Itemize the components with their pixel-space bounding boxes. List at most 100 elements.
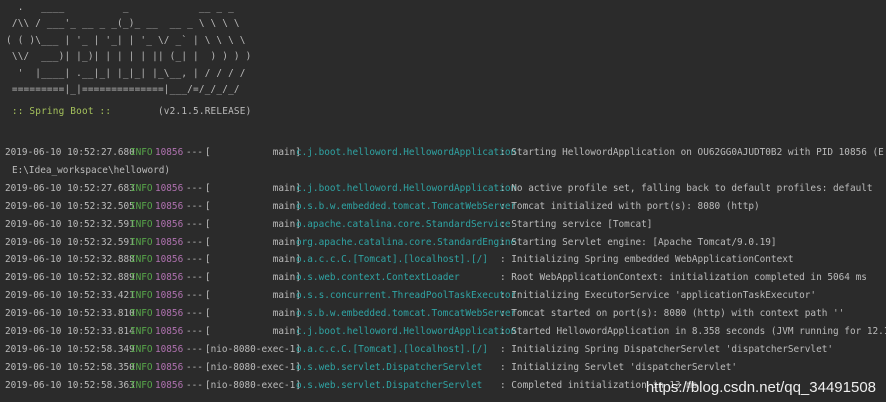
log-separator: --- <box>186 326 203 337</box>
log-timestamp: 2019-06-10 10:52:33.421 <box>5 290 135 302</box>
log-timestamp: 2019-06-10 10:52:58.350 <box>5 361 135 373</box>
console-output[interactable]: . ____ _ __ _ _ /\\ / ___'_ __ _ _(_)_ _… <box>0 0 886 402</box>
spring-boot-version: (v2.1.5.RELEASE) <box>117 106 252 118</box>
log-separator: --- <box>186 272 203 284</box>
log-thread: [ main] <box>205 218 301 230</box>
log-timestamp: 2019-06-10 10:52:32.888 <box>5 254 135 266</box>
log-separator: --- <box>186 236 203 248</box>
log-pid: 10856 <box>155 326 184 337</box>
banner-line: . ____ _ __ _ _ <box>6 2 234 13</box>
log-pid: 10856 <box>155 182 184 194</box>
log-thread: [ main] <box>205 147 301 158</box>
log-thread: [ main] <box>205 272 301 284</box>
log-thread: [nio-8080-exec-1] <box>205 343 301 355</box>
log-thread: [ main] <box>205 326 301 337</box>
log-timestamp: 2019-06-10 10:52:58.349 <box>5 343 135 355</box>
banner-line: \\/ ___)| |_)| | | | | || (_| | ) ) ) ) <box>6 51 252 63</box>
log-message: : Started HellowordApplication in 8.358 … <box>500 326 886 337</box>
spring-boot-label: :: Spring Boot :: <box>6 106 118 118</box>
banner-line: =========|_|==============|___/=/_/_/_/ <box>6 84 240 95</box>
log-pid: 10856 <box>155 272 184 284</box>
log-level: INFO <box>130 379 153 391</box>
log-level: INFO <box>130 343 153 355</box>
log-level: INFO <box>130 200 153 212</box>
spring-boot-version-line: :: Spring Boot :: (v2.1.5.RELEASE) <box>6 106 251 117</box>
log-logger: o.s.b.w.embedded.tomcat.TomcatWebServer <box>296 308 517 320</box>
log-timestamp: 2019-06-10 10:52:33.814 <box>5 326 135 337</box>
log-thread: [ main] <box>205 308 301 320</box>
log-level: INFO <box>130 147 153 158</box>
log-logger: o.apache.catalina.core.StandardService <box>296 218 511 230</box>
log-separator: --- <box>186 200 203 212</box>
log-thread: [ main] <box>205 236 301 248</box>
log-timestamp: 2019-06-10 10:52:27.680 <box>5 147 135 158</box>
log-timestamp: 2019-06-10 10:52:27.683 <box>5 182 135 194</box>
log-logger: o.s.web.context.ContextLoader <box>296 272 460 284</box>
log-level: INFO <box>130 308 153 320</box>
log-logger: c.j.boot.helloword.HellowordApplication <box>296 326 517 337</box>
log-pid: 10856 <box>155 361 184 373</box>
log-message: : Initializing Spring DispatcherServlet … <box>500 343 834 355</box>
log-level: INFO <box>130 218 153 230</box>
log-level: INFO <box>130 326 153 337</box>
log-message: : Starting service [Tomcat] <box>500 218 653 230</box>
log-timestamp: 2019-06-10 10:52:33.810 <box>5 308 135 320</box>
banner-line: /\\ / ___'_ __ _ _(_)_ __ __ _ \ \ \ \ <box>6 18 240 30</box>
log-logger: o.a.c.c.C.[Tomcat].[localhost].[/] <box>296 343 488 355</box>
log-separator: --- <box>186 182 203 194</box>
log-timestamp: 2019-06-10 10:52:32.889 <box>5 272 135 284</box>
log-message: : Starting HellowordApplication on OU62G… <box>500 147 886 158</box>
log-message: : Initializing Servlet 'dispatcherServle… <box>500 361 738 373</box>
log-thread: [nio-8080-exec-1] <box>205 361 301 373</box>
log-thread: [ main] <box>205 290 301 302</box>
log-level: INFO <box>130 272 153 284</box>
log-separator: --- <box>186 361 203 373</box>
log-continuation: E:\Idea_workspace\helloword) <box>12 164 171 176</box>
log-level: INFO <box>130 182 153 194</box>
log-logger: o.s.web.servlet.DispatcherServlet <box>296 361 483 373</box>
log-pid: 10856 <box>155 218 184 230</box>
log-timestamp: 2019-06-10 10:52:32.505 <box>5 200 135 212</box>
log-separator: --- <box>186 343 203 355</box>
log-message: : Initializing ExecutorService 'applicat… <box>500 290 817 302</box>
banner-line: ( ( )\___ | '_ | '_| | '_ \/ _` | \ \ \ … <box>6 34 246 46</box>
log-pid: 10856 <box>155 308 184 320</box>
log-thread: [ main] <box>205 254 301 266</box>
log-separator: --- <box>186 218 203 230</box>
log-pid: 10856 <box>155 200 184 212</box>
log-message: : No active profile set, falling back to… <box>500 182 873 194</box>
log-message: : Starting Servlet engine: [Apache Tomca… <box>500 236 777 248</box>
log-pid: 10856 <box>155 236 184 248</box>
log-message: : Initializing Spring embedded WebApplic… <box>500 254 794 266</box>
log-pid: 10856 <box>155 343 184 355</box>
log-separator: --- <box>186 147 203 158</box>
log-logger: o.s.web.servlet.DispatcherServlet <box>296 379 483 391</box>
log-separator: --- <box>186 290 203 302</box>
log-pid: 10856 <box>155 290 184 302</box>
log-separator: --- <box>186 379 203 391</box>
log-message: : Tomcat initialized with port(s): 8080 … <box>500 200 760 212</box>
log-thread: [ main] <box>205 182 301 194</box>
log-logger: c.j.boot.helloword.HellowordApplication <box>296 147 517 158</box>
watermark: https://blog.csdn.net/qq_34491508 <box>645 379 876 396</box>
log-timestamp: 2019-06-10 10:52:32.591 <box>5 236 135 248</box>
log-timestamp: 2019-06-10 10:52:32.591 <box>5 218 135 230</box>
log-logger: c.j.boot.helloword.HellowordApplication <box>296 182 517 194</box>
log-logger: o.s.s.concurrent.ThreadPoolTaskExecutor <box>296 290 517 302</box>
log-thread: [ main] <box>205 200 301 212</box>
log-thread: [nio-8080-exec-1] <box>205 379 301 391</box>
log-level: INFO <box>130 361 153 373</box>
log-message: : Root WebApplicationContext: initializa… <box>500 272 867 284</box>
log-separator: --- <box>186 254 203 266</box>
log-logger: org.apache.catalina.core.StandardEngine <box>296 236 517 248</box>
log-logger: o.a.c.c.C.[Tomcat].[localhost].[/] <box>296 254 488 266</box>
log-pid: 10856 <box>155 147 184 158</box>
log-pid: 10856 <box>155 379 184 391</box>
log-message: : Tomcat started on port(s): 8080 (http)… <box>500 308 845 320</box>
log-pid: 10856 <box>155 254 184 266</box>
banner-line: ' |____| .__|_| |_|_| |_\__, | / / / / <box>6 67 246 79</box>
log-level: INFO <box>130 236 153 248</box>
log-logger: o.s.b.w.embedded.tomcat.TomcatWebServer <box>296 200 517 212</box>
log-timestamp: 2019-06-10 10:52:58.363 <box>5 379 135 391</box>
log-level: INFO <box>130 254 153 266</box>
